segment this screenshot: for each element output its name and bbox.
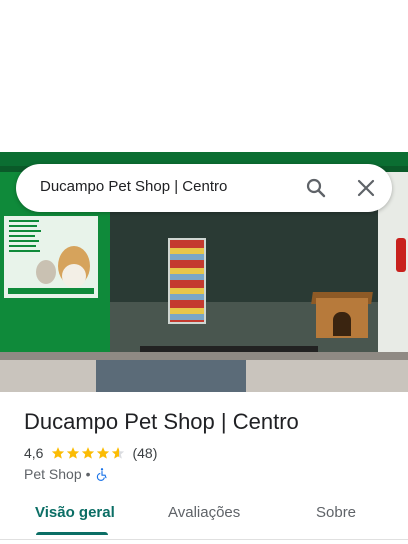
place-tabs: Visão geral Avaliações Sobre [0, 496, 408, 536]
search-query-text[interactable]: Ducampo Pet Shop | Centro [40, 178, 227, 195]
active-tab-indicator [36, 532, 108, 535]
review-count[interactable]: (48) [132, 445, 157, 461]
tab-overview[interactable]: Visão geral [35, 504, 115, 521]
star-half-icon [112, 447, 125, 459]
star-icon [82, 447, 95, 459]
place-category: Pet Shop [24, 466, 82, 482]
separator-dot: • [85, 466, 91, 482]
tab-about[interactable]: Sobre [316, 504, 356, 521]
fire-extinguisher [396, 238, 406, 272]
close-icon[interactable] [354, 176, 378, 200]
search-bar[interactable]: Ducampo Pet Shop | Centro [16, 164, 392, 212]
wheelchair-accessible-icon [96, 468, 107, 481]
star-icon [97, 447, 110, 459]
place-title: Ducampo Pet Shop | Centro [24, 409, 299, 434]
rating-value: 4,6 [24, 445, 44, 461]
product-rack [168, 238, 206, 324]
tabs-divider [0, 539, 408, 540]
star-icon [67, 447, 80, 459]
rating-stars [51, 446, 126, 460]
doghouse-door [333, 312, 351, 336]
rating-row[interactable]: 4,6 (48) [24, 444, 157, 462]
tab-reviews[interactable]: Avaliações [168, 504, 240, 521]
category-row: Pet Shop • [24, 465, 109, 483]
star-icon [52, 447, 65, 459]
entrance-ramp [96, 360, 246, 392]
search-icon[interactable] [304, 176, 328, 200]
